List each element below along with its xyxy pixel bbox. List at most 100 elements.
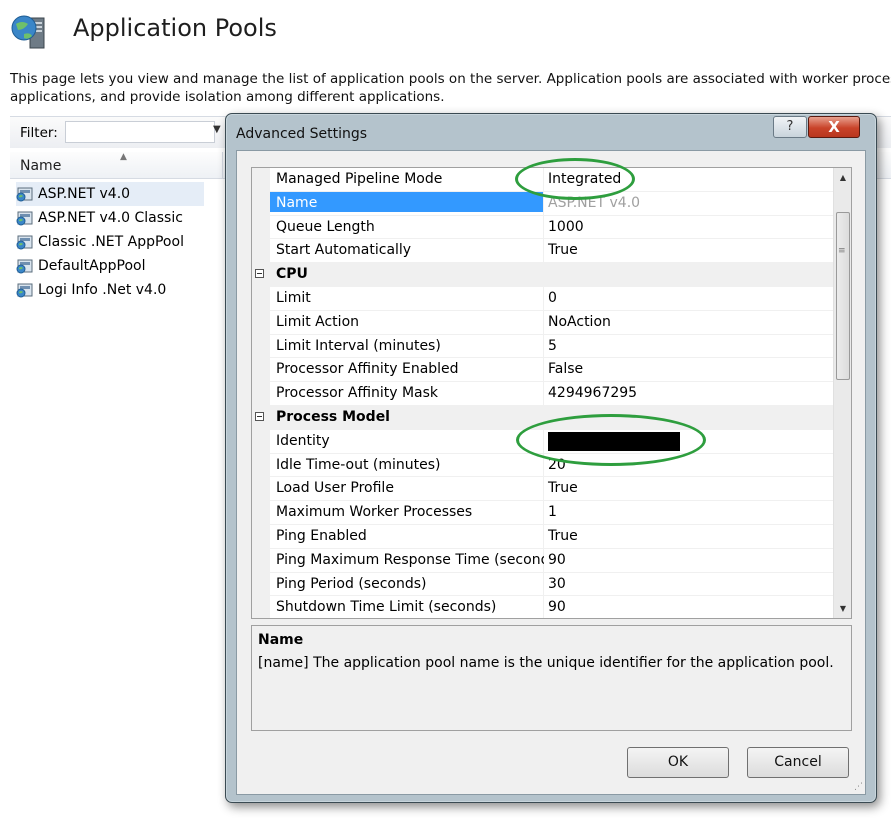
property-name: Limit Interval (minutes)	[276, 337, 441, 354]
property-value[interactable]: 90	[548, 599, 566, 615]
collapse-toggle-icon[interactable]	[255, 411, 264, 421]
property-value[interactable]: 30	[548, 576, 566, 592]
property-value[interactable]: 0	[548, 290, 557, 306]
property-name: Maximum Worker Processes	[276, 504, 473, 521]
property-row[interactable]: Limit Action NoAction	[252, 310, 833, 335]
pool-list-item[interactable]: Logi Info .Net v4.0	[16, 278, 204, 302]
property-name: Load User Profile	[276, 480, 394, 497]
application-pool-icon	[16, 259, 33, 274]
property-value[interactable]: 4294967295	[548, 385, 637, 401]
pool-list: ASP.NET v4.0 ASP.NET v4.0 Classic Classic …	[16, 182, 204, 302]
property-row[interactable]: Idle Time-out (minutes) 20	[252, 453, 833, 478]
page-description-line-1: This page lets you view and manage the l…	[10, 71, 891, 87]
page-description-line-2: applications, and provide isolation amon…	[10, 89, 445, 105]
property-name: Managed Pipeline Mode	[276, 171, 443, 187]
property-name: Ping Period (seconds)	[276, 575, 427, 592]
pool-name: ASP.NET v4.0	[38, 186, 131, 202]
property-value[interactable]: True	[548, 480, 578, 496]
property-row[interactable]: Ping Period (seconds) 30	[252, 572, 833, 597]
property-row[interactable]: Limit 0	[252, 286, 833, 311]
property-row[interactable]: Queue Length 1000	[252, 215, 833, 240]
pool-list-item[interactable]: ASP.NET v4.0 Classic	[16, 206, 204, 230]
property-name: Ping Enabled	[276, 527, 367, 544]
property-value[interactable]: 1000	[548, 219, 584, 235]
property-name: Limit Action	[276, 313, 360, 330]
filter-dropdown-arrow-icon[interactable]: ▼	[213, 124, 221, 135]
scroll-down-arrow-icon[interactable]: ▼	[834, 600, 851, 617]
property-value[interactable]: 1	[548, 504, 557, 520]
property-name: Processor Affinity Enabled	[276, 361, 459, 378]
property-name: Shutdown Time Limit (seconds)	[276, 599, 497, 616]
application-pool-icon	[16, 283, 33, 298]
application-pool-icon	[16, 235, 33, 250]
property-value[interactable]: 5	[548, 338, 557, 354]
pool-name: DefaultAppPool	[38, 258, 146, 274]
cancel-button[interactable]: Cancel	[747, 747, 849, 778]
property-value[interactable]: True	[548, 242, 578, 258]
scroll-grip-icon: ≡	[838, 246, 846, 256]
sort-ascending-icon: ▲	[120, 152, 127, 162]
pool-name: ASP.NET v4.0 Classic	[38, 210, 183, 226]
pool-list-item[interactable]: DefaultAppPool	[16, 254, 204, 278]
dialog-body: Managed Pipeline Mode Integrated Name ASP.N…	[236, 150, 866, 795]
help-button[interactable]: ?	[773, 116, 807, 138]
property-value[interactable]: NoAction	[548, 314, 611, 330]
resize-grip-icon[interactable]: ⋰	[854, 782, 863, 792]
property-row[interactable]: Name ASP.NET v4.0	[252, 191, 833, 216]
property-value[interactable]: False	[548, 361, 583, 377]
property-row[interactable]: Managed Pipeline Mode Integrated	[252, 168, 833, 192]
pool-list-item[interactable]: Classic .NET AppPool	[16, 230, 204, 254]
page-header: Application Pools	[0, 0, 891, 60]
property-value[interactable]: ASP.NET v4.0	[548, 195, 640, 211]
property-description-panel: Name [name] The application pool name is…	[251, 625, 852, 731]
property-value[interactable]: Integrated	[548, 171, 621, 187]
column-header-name[interactable]: Name	[20, 158, 61, 174]
property-category-label: Process Model	[276, 408, 390, 425]
collapse-toggle-icon[interactable]	[255, 269, 264, 279]
filter-label: Filter:	[20, 125, 58, 141]
property-row[interactable]: Load User Profile True	[252, 477, 833, 502]
property-name: Name	[270, 191, 543, 212]
pool-name: Logi Info .Net v4.0	[38, 282, 167, 298]
property-grid-scrollbar[interactable]: ▲ ≡ ▼	[833, 168, 851, 618]
page-title: Application Pools	[73, 14, 277, 42]
dialog-titlebar[interactable]: Advanced Settings ? X	[226, 114, 876, 150]
property-name: Queue Length	[276, 218, 375, 235]
property-name: Identity	[276, 432, 330, 449]
property-row[interactable]: Identity	[252, 429, 833, 454]
property-category-row[interactable]: CPU	[252, 263, 833, 287]
property-grid: Managed Pipeline Mode Integrated Name ASP.N…	[251, 167, 852, 619]
property-description-title: Name	[258, 632, 304, 648]
property-row[interactable]: Ping Maximum Response Time (seconds) 90	[252, 548, 833, 573]
ok-button[interactable]: OK	[627, 747, 729, 778]
property-name: Ping Maximum Response Time (seconds)	[276, 551, 544, 568]
property-row[interactable]: Start Automatically True	[252, 239, 833, 264]
property-name: Limit	[276, 289, 311, 306]
property-row[interactable]: Processor Affinity Enabled False	[252, 358, 833, 383]
property-column-separator	[543, 191, 544, 216]
pool-name: Classic .NET AppPool	[38, 234, 184, 250]
column-divider[interactable]	[222, 152, 223, 178]
property-category-row[interactable]: Process Model	[252, 405, 833, 430]
property-row[interactable]: Shutdown Time Limit (seconds) 90	[252, 596, 833, 618]
property-value[interactable]: 90	[548, 552, 566, 568]
application-pool-icon	[16, 211, 33, 226]
property-value[interactable]: True	[548, 528, 578, 544]
filter-input[interactable]	[65, 121, 215, 143]
scroll-up-arrow-icon[interactable]: ▲	[834, 169, 851, 186]
page-description: This page lets you view and manage the l…	[10, 70, 891, 106]
property-row[interactable]: Maximum Worker Processes 1	[252, 501, 833, 525]
close-button[interactable]: X	[808, 116, 860, 138]
property-row[interactable]: Ping Enabled True	[252, 524, 833, 549]
property-value[interactable]: 20	[548, 457, 566, 473]
property-row[interactable]: Limit Interval (minutes) 5	[252, 334, 833, 359]
property-category-label: CPU	[276, 266, 308, 283]
property-row[interactable]: Processor Affinity Mask 4294967295	[252, 382, 833, 406]
property-grid-rows: Managed Pipeline Mode Integrated Name ASP.N…	[252, 168, 833, 618]
property-name: Processor Affinity Mask	[276, 385, 439, 402]
pool-list-item[interactable]: ASP.NET v4.0	[16, 182, 204, 206]
scroll-thumb[interactable]	[836, 212, 850, 380]
advanced-settings-dialog: Advanced Settings ? X Managed Pipeline M…	[225, 113, 877, 803]
property-value[interactable]	[548, 431, 680, 451]
application-pools-icon	[11, 15, 45, 49]
